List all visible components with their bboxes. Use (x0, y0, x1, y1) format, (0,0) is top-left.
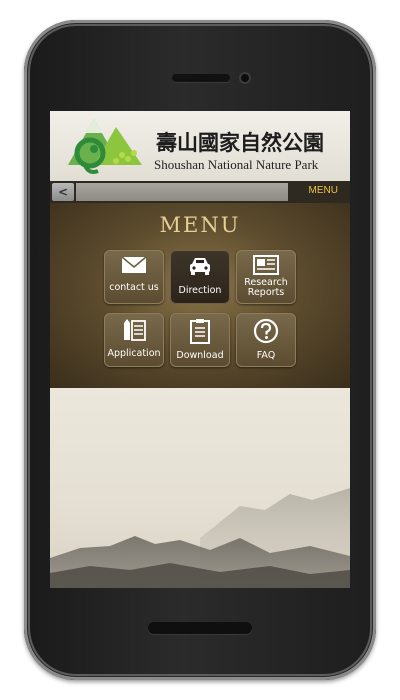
envelope-icon (121, 256, 147, 273)
park-logo (68, 119, 142, 174)
menu-panel: MENU contact us Direction Research Repor… (50, 203, 350, 388)
bottom-strip (50, 581, 350, 588)
direction-label: Direction (178, 285, 222, 296)
navigation-bar: < MENU (50, 181, 350, 203)
site-header: 壽山國家自然公園 Shoushan National Nature Park (50, 111, 350, 181)
clipboard-icon (190, 319, 210, 344)
phone-screen: 壽山國家自然公園 Shoushan National Nature Park <… (50, 111, 350, 588)
menu-heading: MENU (159, 213, 241, 237)
research-reports-label: Research Reports (244, 277, 288, 298)
home-button[interactable] (148, 622, 252, 634)
question-icon (253, 318, 279, 344)
contact-us-label: contact us (109, 282, 159, 293)
faq-label: FAQ (256, 350, 276, 361)
chinese-park-title: 壽山國家自然公園 (156, 130, 324, 155)
application-label: Application (107, 348, 161, 359)
faq-button[interactable]: FAQ (236, 313, 296, 367)
english-park-title: Shoushan National Nature Park (154, 157, 319, 172)
direction-button[interactable]: Direction (170, 250, 230, 304)
car-icon (190, 258, 210, 275)
download-label: Download (176, 350, 224, 361)
nav-track (76, 183, 288, 201)
phone-camera (239, 72, 251, 84)
contact-us-button[interactable]: contact us (104, 250, 164, 304)
download-button[interactable]: Download (170, 313, 230, 367)
newspaper-icon (253, 255, 279, 275)
application-button[interactable]: Application (104, 313, 164, 367)
menu-link[interactable]: MENU (309, 185, 338, 196)
mountain-landscape-image (50, 488, 350, 588)
pencil-list-icon (124, 319, 146, 341)
back-button[interactable]: < (52, 183, 74, 201)
background-landscape (50, 388, 350, 588)
phone-speaker (172, 74, 230, 82)
research-reports-button[interactable]: Research Reports (236, 250, 296, 304)
